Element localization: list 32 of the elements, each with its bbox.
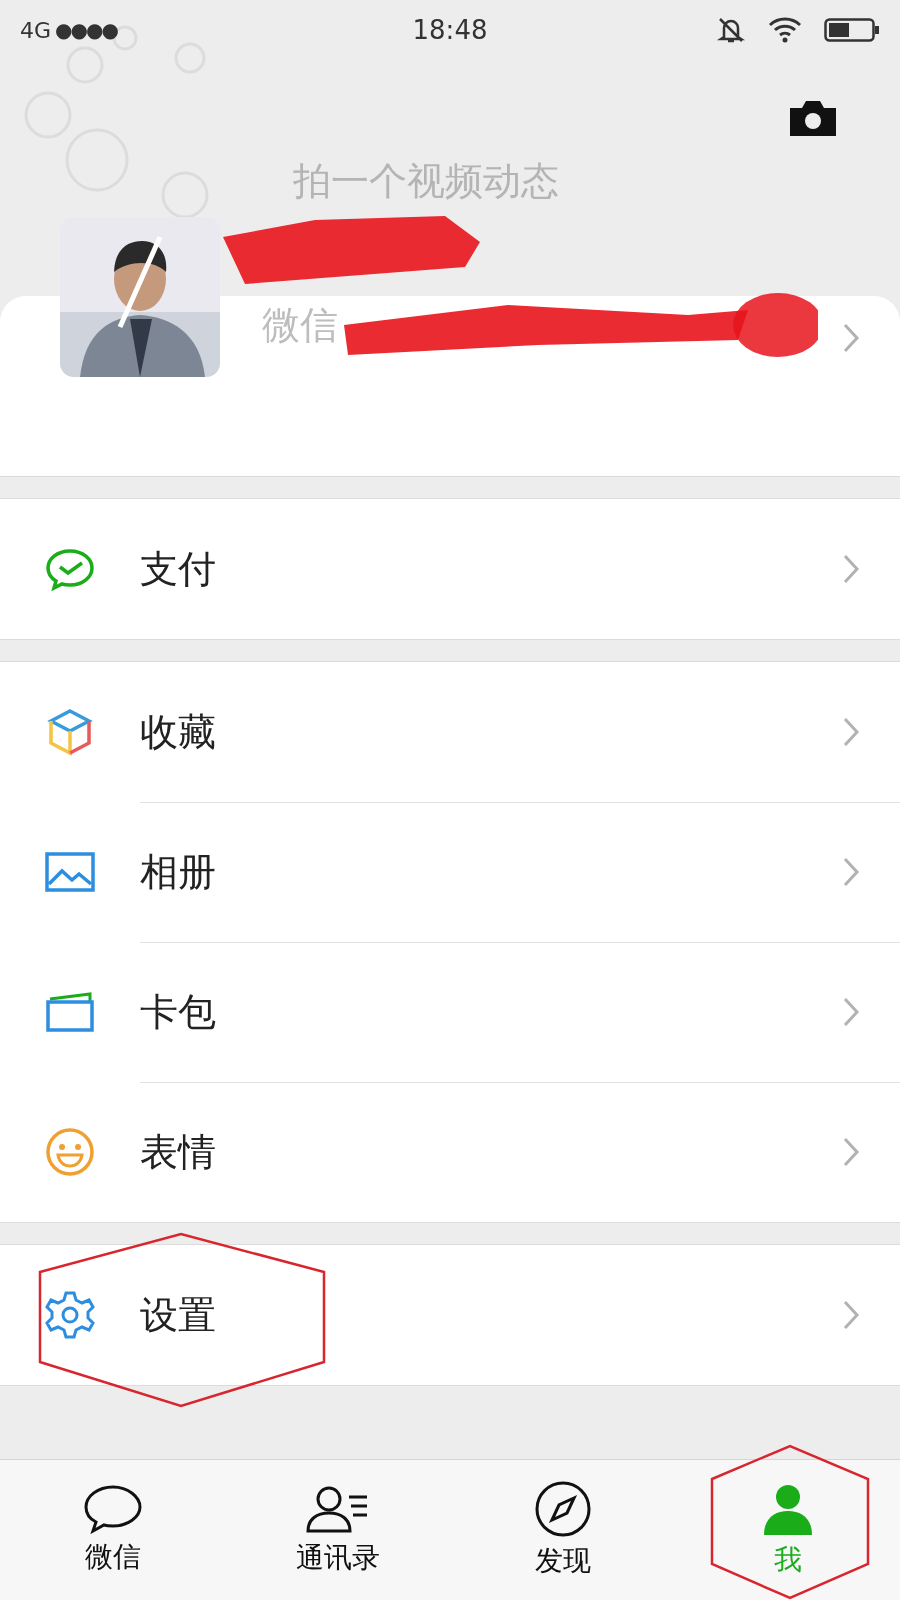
network-label: 4G: [20, 17, 52, 43]
menu-item[interactable]: 收藏: [0, 662, 900, 802]
settings-icon: [44, 1289, 96, 1341]
chat-bubble-icon: [82, 1484, 143, 1534]
wifi-icon: [768, 17, 802, 43]
tab[interactable]: 发现: [450, 1460, 675, 1600]
bell-muted-icon: [716, 15, 746, 45]
tab[interactable]: 通讯录: [225, 1460, 450, 1600]
menu-item[interactable]: 设置: [0, 1245, 900, 1385]
menu-item[interactable]: 支付: [0, 499, 900, 639]
image-icon: [44, 851, 96, 893]
wallet-check-icon: [44, 547, 96, 591]
chevron-icon: [842, 996, 860, 1028]
card-icon: [44, 991, 96, 1033]
camera-icon[interactable]: [788, 98, 838, 138]
smiley-icon: [44, 1126, 96, 1178]
chevron-icon: [842, 716, 860, 748]
signal-dots: ●●●●: [55, 18, 117, 42]
chevron-icon: [842, 553, 860, 585]
chevron-icon: [842, 856, 860, 888]
battery-icon: [824, 18, 880, 42]
chevron-icon: [842, 1299, 860, 1331]
wechat-id-label: 微信: [262, 301, 338, 349]
cube-icon: [45, 707, 95, 757]
chevron-icon: [842, 322, 860, 354]
menu-item[interactable]: 卡包: [0, 942, 900, 1082]
tab[interactable]: 微信: [0, 1460, 225, 1600]
clock: 18:48: [412, 15, 488, 45]
compass-icon: [533, 1480, 592, 1538]
menu-item[interactable]: 表情: [0, 1082, 900, 1222]
chevron-icon: [842, 1136, 860, 1168]
menu-item[interactable]: 相册: [0, 802, 900, 942]
